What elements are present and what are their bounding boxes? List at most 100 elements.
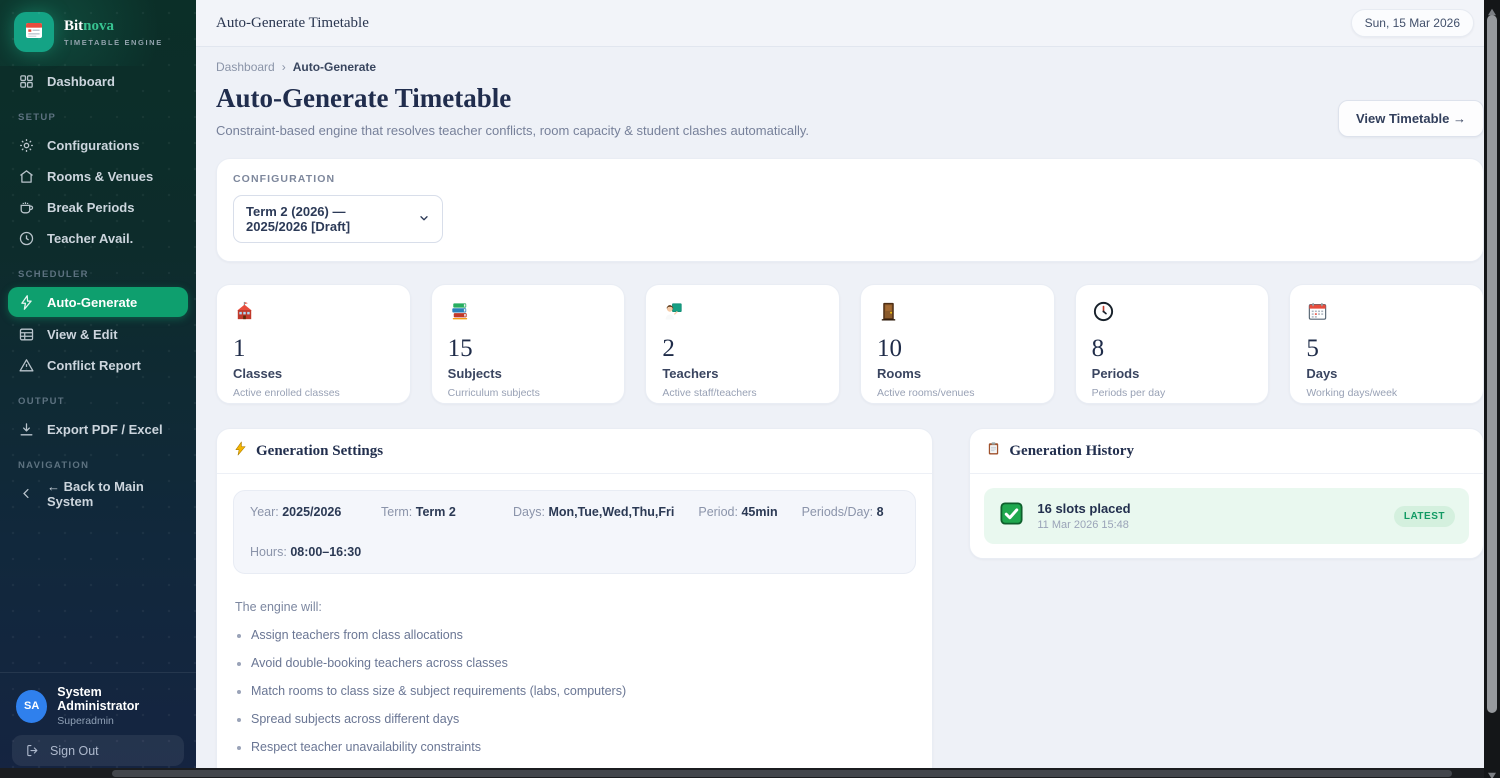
- sidebar-item-configurations[interactable]: Configurations: [0, 130, 196, 161]
- coffee-cup-icon: [18, 199, 35, 216]
- page-title: Auto-Generate Timetable: [216, 83, 512, 113]
- page-header: Auto-Generate Timetable Constraint-based…: [216, 74, 1484, 138]
- clipboard-icon: [986, 441, 1001, 461]
- configuration-select[interactable]: Term 2 (2026) — 2025/2026 [Draft]: [233, 195, 443, 243]
- stats-row: 1 Classes Active enrolled classes 15 Sub…: [216, 284, 1484, 404]
- user-info: SA System Administrator Superadmin: [12, 683, 184, 735]
- generation-history-header: Generation History: [970, 429, 1483, 474]
- download-icon: [18, 421, 35, 438]
- check-icon: [998, 500, 1025, 532]
- calendar-icon: [22, 18, 46, 47]
- sidebar-item-back-to-main[interactable]: ← Back to Main System: [0, 478, 196, 509]
- sidebar-item-break-periods[interactable]: Break Periods: [0, 192, 196, 223]
- avatar: SA: [16, 689, 48, 723]
- sidebar-item-view-edit[interactable]: View & Edit: [0, 319, 196, 350]
- chevron-left-icon: [18, 485, 35, 502]
- stat-card-periods: 8 Periods Periods per day: [1074, 284, 1270, 404]
- stat-label: Classes: [233, 366, 283, 381]
- date-badge: Sun, 15 Mar 2026: [1350, 9, 1474, 37]
- history-entry-timestamp: 11 Mar 2026 15:48: [1037, 519, 1129, 531]
- door-icon: [877, 302, 900, 327]
- summary-term: Term: Term 2: [381, 505, 456, 519]
- configuration-card: CONFIGURATION Term 2 (2026) — 2025/2026 …: [216, 158, 1484, 262]
- history-entry[interactable]: 16 slots placed 11 Mar 2026 15:48 LATEST: [984, 488, 1469, 544]
- sidebar-item-teacher-avail[interactable]: Teacher Avail.: [0, 223, 196, 254]
- gear-icon: [18, 137, 35, 154]
- sidebar-item-auto-generate[interactable]: Auto-Generate: [8, 287, 188, 317]
- grid-icon: [18, 73, 35, 90]
- brand-logo: [14, 12, 54, 52]
- logout-icon: [25, 743, 40, 758]
- view-timetable-button[interactable]: View Timetable →: [1337, 100, 1484, 137]
- user-role: Superadmin: [57, 715, 114, 727]
- stat-card-days: 5 Days Working days/week: [1289, 284, 1484, 404]
- sign-out-button[interactable]: Sign Out: [12, 735, 184, 766]
- bolt-icon: [18, 294, 35, 311]
- vertical-scrollbar[interactable]: [1484, 0, 1500, 778]
- breadcrumb: Dashboard › Auto-Generate: [216, 60, 1484, 74]
- vertical-scroll-thumb[interactable]: [1487, 15, 1497, 713]
- user-name: System Administrator: [57, 685, 140, 713]
- generation-settings-header: Generation Settings: [217, 429, 933, 474]
- stat-value: 10: [877, 335, 902, 362]
- summary-period: Period: 45min: [698, 505, 778, 519]
- engine-intro: The engine will:: [235, 600, 322, 614]
- scroll-up-arrow[interactable]: [1488, 3, 1496, 16]
- main-area: Auto-Generate Timetable Sun, 15 Mar 2026…: [196, 0, 1500, 778]
- history-entry-title: 16 slots placed: [1037, 501, 1131, 516]
- generation-history-panel: Generation History 16 slots placed 11 Ma…: [969, 428, 1484, 559]
- stat-sublabel: Curriculum subjects: [447, 387, 540, 399]
- table-icon: [18, 326, 35, 343]
- school-icon: [233, 301, 256, 327]
- brand-name: Bitnova: [64, 17, 115, 34]
- app-window: Bitnova TIMETABLE ENGINE Dashboard SETUP…: [0, 0, 1500, 778]
- teacher-icon: [662, 303, 685, 327]
- breadcrumb-separator: ›: [281, 60, 286, 74]
- topbar-title: Auto-Generate Timetable: [216, 14, 369, 31]
- stat-card-teachers: 2 Teachers Active staff/teachers: [645, 284, 840, 404]
- books-icon: [448, 303, 471, 327]
- engine-rules-list: Assign teachers from class allocations A…: [237, 628, 916, 754]
- sidebar-item-dashboard[interactable]: Dashboard: [0, 66, 196, 97]
- section-label-scheduler: SCHEDULER: [18, 269, 89, 280]
- page-subtitle: Constraint-based engine that resolves te…: [216, 123, 810, 138]
- horizontal-scrollbar[interactable]: [0, 768, 1484, 778]
- stat-value: 1: [233, 335, 246, 362]
- topbar: Auto-Generate Timetable Sun, 15 Mar 2026: [196, 0, 1500, 47]
- stat-sublabel: Working days/week: [1306, 387, 1398, 399]
- engine-rule: Respect teacher unavailability constrain…: [251, 740, 916, 754]
- sidebar-footer: SA System Administrator Superadmin Sign …: [0, 672, 196, 766]
- settings-summary: Year: 2025/2026 Term: Term 2 Days: Mon,T…: [233, 490, 917, 574]
- stat-label: Teachers: [662, 366, 719, 381]
- horizontal-scroll-thumb[interactable]: [112, 769, 1452, 777]
- sidebar-item-rooms-venues[interactable]: Rooms & Venues: [0, 161, 196, 192]
- sidebar-item-export[interactable]: Export PDF / Excel: [0, 414, 196, 445]
- stat-sublabel: Active rooms/venues: [877, 387, 975, 399]
- engine-rule: Spread subjects across different days: [251, 712, 916, 726]
- sidebar: Bitnova TIMETABLE ENGINE Dashboard SETUP…: [0, 0, 196, 778]
- panels-row: Generation Settings Year: 2025/2026 Term…: [216, 428, 1484, 778]
- home-icon: [18, 168, 35, 185]
- breadcrumb-root[interactable]: Dashboard: [216, 60, 275, 74]
- scroll-down-arrow[interactable]: [1488, 767, 1496, 778]
- stat-value: 8: [1091, 335, 1105, 362]
- summary-days: Days: Mon,Tue,Wed,Thu,Fri: [513, 505, 675, 519]
- section-label-setup: SETUP: [18, 112, 57, 123]
- clock-icon: [1092, 301, 1115, 327]
- sidebar-item-conflict-report[interactable]: Conflict Report: [0, 350, 196, 381]
- summary-periods-day: Periods/Day: 8: [801, 505, 884, 519]
- brand-tagline: TIMETABLE ENGINE: [64, 37, 163, 47]
- stat-label: Days: [1306, 366, 1338, 381]
- sidebar-nav: Dashboard SETUP Configurations Rooms & V…: [0, 66, 196, 509]
- page-content: Dashboard › Auto-Generate Auto-Generate …: [196, 47, 1500, 778]
- stat-value: 2: [662, 335, 675, 362]
- stat-value: 15: [447, 335, 473, 362]
- configuration-label: CONFIGURATION: [233, 173, 336, 185]
- stat-label: Periods: [1091, 366, 1140, 381]
- summary-hours: Hours: 08:00–16:30: [250, 545, 362, 559]
- bolt-icon: [233, 441, 248, 461]
- stat-sublabel: Active enrolled classes: [233, 387, 340, 399]
- stat-label: Subjects: [447, 366, 502, 381]
- breadcrumb-current: Auto-Generate: [292, 60, 377, 74]
- generation-settings-panel: Generation Settings Year: 2025/2026 Term…: [216, 428, 934, 778]
